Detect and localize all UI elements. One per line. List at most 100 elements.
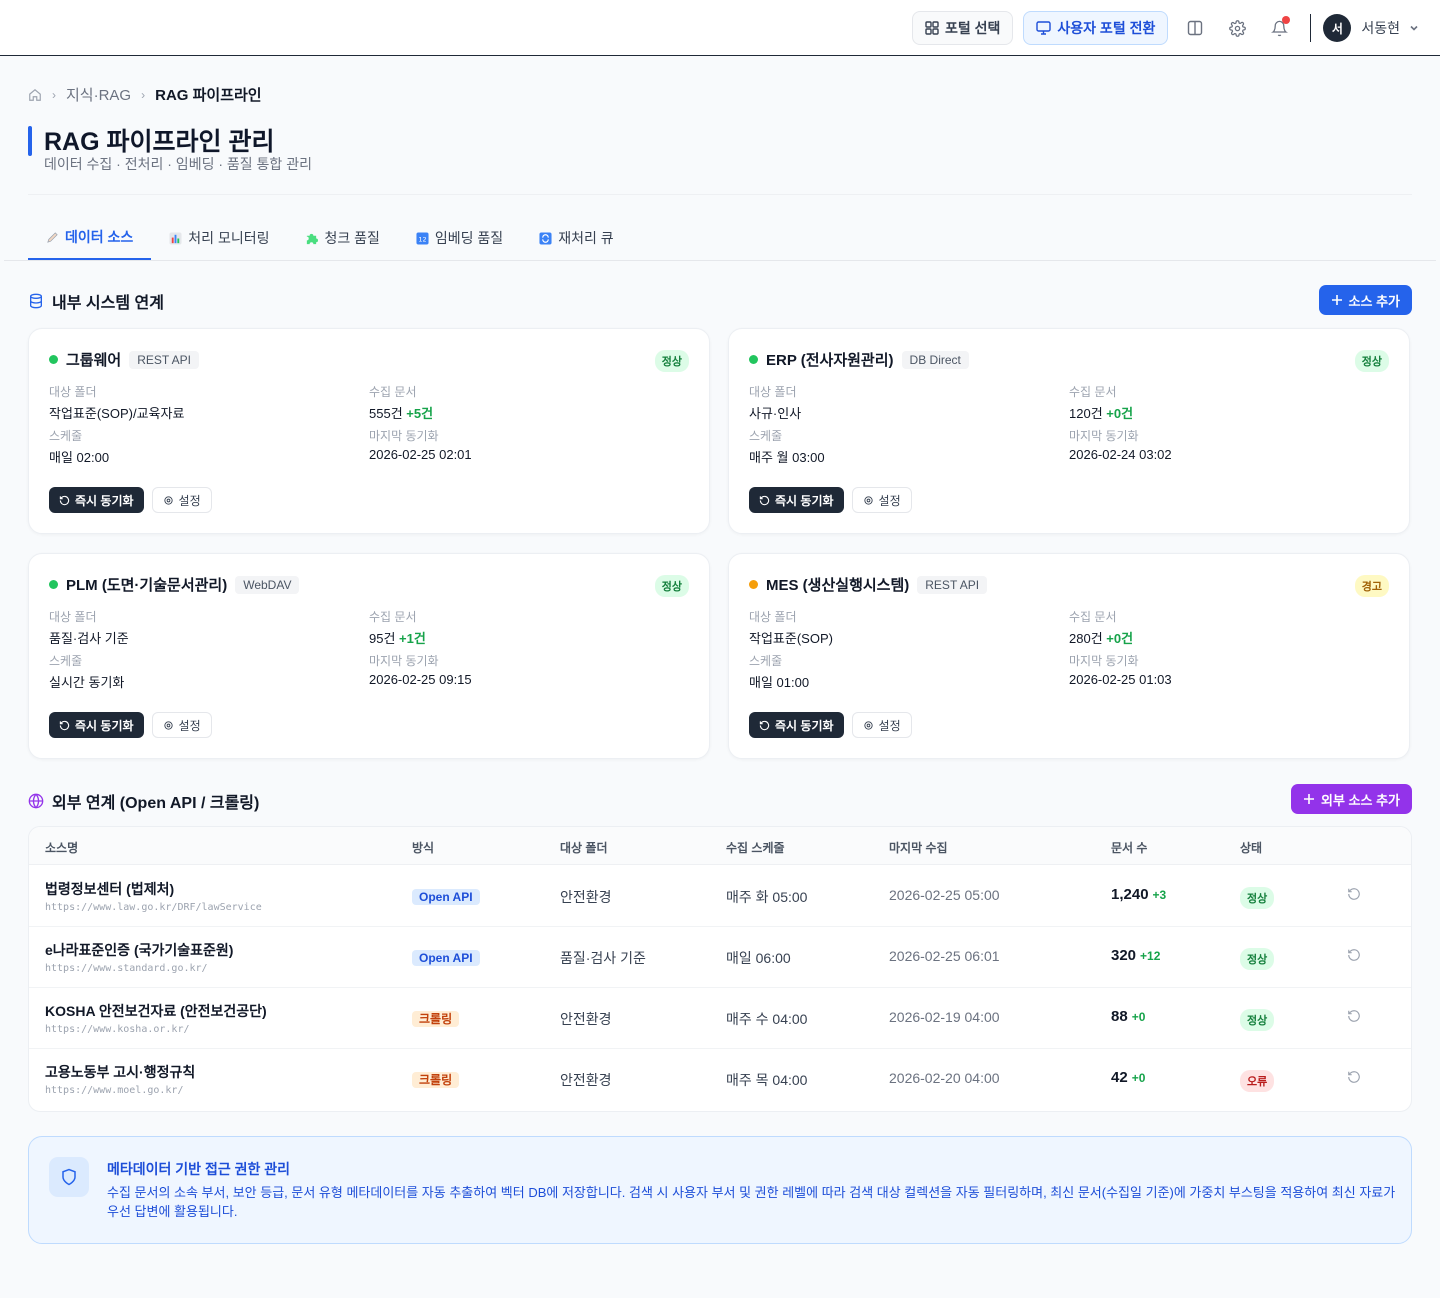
schedule-cell: 매주 목 04:00 xyxy=(726,1072,808,1088)
field-label: 스케줄 xyxy=(49,429,83,443)
card-header: MES (생산실행시스템) REST API xyxy=(749,574,988,595)
source-name: MES (생산실행시스템) xyxy=(766,577,910,594)
columns-icon xyxy=(1188,20,1203,36)
method-cell: Open API xyxy=(412,949,480,966)
breadcrumb-separator-icon: › xyxy=(141,87,146,102)
home-icon[interactable] xyxy=(28,88,42,102)
tab-label: 데이터 소스 xyxy=(65,229,134,245)
sync-now-button[interactable]: 즉시 동기화 xyxy=(749,712,844,738)
sync-now-button[interactable]: 즉시 동기화 xyxy=(749,487,844,513)
database-icon xyxy=(30,293,42,309)
grid-icon xyxy=(925,21,939,35)
settings-button[interactable]: 설정 xyxy=(151,712,212,738)
doc-count-cell: 1,240 +3 xyxy=(1111,886,1166,903)
tab-label: 청크 품질 xyxy=(324,230,380,246)
puzzle-icon xyxy=(307,233,319,244)
field-label: 수집 문서 xyxy=(369,610,417,624)
source-name: 고용노동부 고시·행정규칙 xyxy=(45,1064,196,1080)
source-cell: 법령정보센터 (법제처) https://www.law.go.kr/DRF/la… xyxy=(45,879,262,913)
tab-chunk-quality[interactable]: 청크 품질 xyxy=(287,216,397,260)
source-url[interactable]: https://www.kosha.or.kr/ xyxy=(45,1024,267,1035)
add-source-button[interactable]: 소스 추가 xyxy=(1318,285,1412,315)
internal-section-header: 내부 시스템 연계 xyxy=(28,289,164,313)
schedule-field: 스케줄 매주 월 03:00 xyxy=(749,427,825,466)
settings-button[interactable]: 설정 xyxy=(851,712,912,738)
source-card: ERP (전사자원관리) DB Direct 정상 대상 폴더 사규·인사 수집 문서 12… xyxy=(728,328,1410,534)
tab-embedding-quality[interactable]: 12 임베딩 품질 xyxy=(398,216,521,260)
docs-field: 수집 문서 555건 +5건 xyxy=(369,383,433,422)
status-cell: 오류 xyxy=(1240,1070,1275,1092)
doc-delta: +3 xyxy=(1152,888,1167,902)
add-external-source-button[interactable]: 외부 소스 추가 xyxy=(1291,784,1412,814)
source-url[interactable]: https://www.law.go.kr/DRF/lawService xyxy=(45,902,262,913)
tab-label: 임베딩 품질 xyxy=(434,230,504,246)
tab-data-source[interactable]: 데이터 소스 xyxy=(28,216,152,260)
avatar[interactable]: 서 xyxy=(1323,14,1352,42)
last-sync-field: 마지막 동기화 2026-02-25 02:01 xyxy=(369,427,472,462)
column-header: 수집 스케줄 xyxy=(726,841,785,855)
settings-button[interactable]: 설정 xyxy=(151,487,212,513)
status-badge: 정상 xyxy=(1240,948,1275,970)
settings-button[interactable] xyxy=(1220,11,1254,45)
info-title: 메타데이터 기반 접근 권한 관리 xyxy=(107,1161,290,1177)
column-header: 소스명 xyxy=(45,841,79,855)
status-badge: 정상 xyxy=(654,350,689,372)
schedule-field: 스케줄 매일 02:00 xyxy=(49,427,109,466)
method-badge: 크롤링 xyxy=(412,1011,460,1027)
doc-count: 1,240 xyxy=(1111,886,1149,903)
folder-cell: 품질·검사 기준 xyxy=(560,950,646,966)
docs-field: 수집 문서 280건 +0건 xyxy=(1069,608,1133,647)
sync-now-button[interactable]: 즉시 동기화 xyxy=(49,487,144,513)
portal-switch-button[interactable]: 사용자 포털 전환 xyxy=(1023,11,1169,45)
page-subtitle: 데이터 수집 · 전처리 · 임베딩 · 품질 통합 관리 xyxy=(44,156,312,172)
breadcrumb-item[interactable]: 지식·RAG xyxy=(66,84,131,105)
source-cell: 고용노동부 고시·행정규칙 https://www.moel.go.kr/ xyxy=(45,1062,195,1096)
gear-icon xyxy=(1228,19,1246,37)
refresh-button[interactable] xyxy=(1347,1009,1361,1026)
settings-button[interactable]: 설정 xyxy=(851,487,912,513)
gear-icon xyxy=(863,720,873,730)
section-title: 내부 시스템 연계 xyxy=(52,295,164,312)
field-value: 작업표준(SOP)/교육자료 xyxy=(49,406,185,421)
notifications-button[interactable] xyxy=(1262,11,1296,45)
divider xyxy=(1310,14,1312,42)
gear-icon xyxy=(163,720,173,730)
source-name: 법령정보센터 (법제처) xyxy=(45,881,175,897)
source-cell: KOSHA 안전보건자료 (안전보건공단) https://www.kosha.o… xyxy=(45,1001,267,1035)
last-collected-cell: 2026-02-20 04:00 xyxy=(889,1070,1000,1086)
docs-field: 수집 문서 120건 +0건 xyxy=(1069,383,1133,422)
portal-select-button[interactable]: 포털 선택 xyxy=(911,11,1014,45)
refresh-button[interactable] xyxy=(1347,887,1361,904)
folder-field: 대상 폴더 작업표준(SOP)/교육자료 xyxy=(49,383,184,422)
sync-now-label: 즉시 동기화 xyxy=(775,718,834,733)
status-dot xyxy=(749,580,758,589)
refresh-button[interactable] xyxy=(1347,948,1361,965)
schedule-field: 스케줄 매일 01:00 xyxy=(749,652,809,691)
tab-reprocess-queue[interactable]: 재처리 큐 xyxy=(521,216,631,260)
layout-toggle-button[interactable] xyxy=(1178,11,1212,45)
refresh-button[interactable] xyxy=(1347,1070,1361,1087)
card-actions: 즉시 동기화 설정 xyxy=(49,487,212,513)
last-sync-field: 마지막 동기화 2026-02-24 03:02 xyxy=(1069,427,1172,462)
info-body: 수집 문서의 소속 부서, 보안 등급, 문서 유형 메타데이터를 자동 추출하… xyxy=(107,1185,1396,1219)
column-header: 방식 xyxy=(412,841,435,855)
field-label: 수집 문서 xyxy=(1069,385,1117,399)
status-badge: 정상 xyxy=(1240,1009,1275,1031)
user-name[interactable]: 서동현 xyxy=(1361,18,1400,38)
status-badge: 정상 xyxy=(654,575,689,597)
external-sources-table: 소스명 방식 대상 폴더 수집 스케줄 마지막 수집 문서 수 상태 법령정보센… xyxy=(28,826,1412,1112)
field-label: 마지막 동기화 xyxy=(1069,429,1139,443)
field-value: 2026-02-24 03:02 xyxy=(1069,447,1172,462)
sync-now-button[interactable]: 즉시 동기화 xyxy=(49,712,144,738)
field-value: 매주 월 03:00 xyxy=(749,450,825,465)
tab-processing-monitor[interactable]: 처리 모니터링 xyxy=(151,216,287,260)
source-type-badge: DB Direct xyxy=(901,350,969,369)
add-source-label: 소스 추가 xyxy=(1348,293,1400,309)
field-label: 수집 문서 xyxy=(1069,610,1117,624)
field-label: 수집 문서 xyxy=(369,385,417,399)
card-actions: 즉시 동기화 설정 xyxy=(49,712,212,738)
source-url[interactable]: https://www.moel.go.kr/ xyxy=(45,1085,195,1096)
chevron-down-icon[interactable] xyxy=(1408,22,1420,34)
info-icon-box xyxy=(49,1157,89,1197)
source-url[interactable]: https://www.standard.go.kr/ xyxy=(45,963,233,974)
